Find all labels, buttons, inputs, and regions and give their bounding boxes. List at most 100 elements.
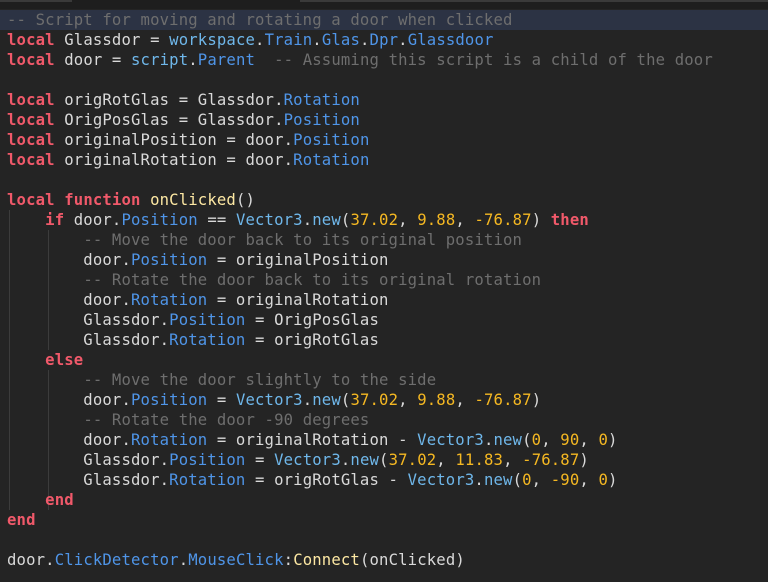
- text-token: ,: [436, 451, 456, 469]
- text-token: = origRotGlas -: [245, 471, 408, 489]
- comment-token: -- Move the door back to its original po…: [83, 231, 523, 249]
- property-token: Glassdoor: [407, 31, 494, 49]
- text-token: .: [302, 211, 313, 229]
- text-token: Glassdor =: [54, 31, 170, 49]
- text-token: door.: [7, 251, 131, 269]
- text-token: = originalRotation -: [207, 431, 418, 449]
- text-token: ,: [531, 471, 551, 489]
- code-line[interactable]: -- Rotate the door back to its original …: [7, 270, 541, 290]
- keyword-token: then: [550, 211, 589, 229]
- editor-tab-bar: [0, 0, 768, 9]
- number-token: -90: [550, 471, 580, 489]
- text-token: door =: [54, 51, 132, 69]
- property-token: Rotation: [283, 91, 360, 109]
- keyword-token: function: [64, 191, 141, 209]
- text-token: ,: [455, 391, 475, 409]
- code-line[interactable]: local function onClicked(): [7, 190, 255, 210]
- text-token: .: [359, 31, 370, 49]
- text-token: (: [512, 471, 523, 489]
- function-token: Connect: [293, 551, 360, 569]
- text-token: (onClicked): [359, 551, 465, 569]
- comment-token: -- Script for moving and rotating a door…: [7, 11, 513, 29]
- number-token: 0: [531, 431, 542, 449]
- property-token: Train: [264, 31, 313, 49]
- keyword-token: if: [45, 211, 65, 229]
- code-line[interactable]: else: [7, 350, 83, 370]
- keyword-token: local: [7, 191, 55, 209]
- text-token: .: [188, 51, 198, 69]
- code-line[interactable]: door.Position = Vector3.new(37.02, 9.88,…: [7, 390, 541, 410]
- text-token: =: [245, 451, 275, 469]
- property-token: Position: [169, 451, 246, 469]
- number-token: 9.88: [417, 211, 456, 229]
- code-line[interactable]: -- Move the door slightly to the side: [7, 370, 436, 390]
- text-token: .: [312, 31, 322, 49]
- property-token: Position: [121, 211, 198, 229]
- number-token: 37.02: [388, 451, 437, 469]
- property-token: Position: [131, 391, 208, 409]
- text-token: ,: [455, 211, 475, 229]
- global-token: new: [493, 431, 523, 449]
- text-token: ): [579, 451, 589, 469]
- keyword-token: local: [7, 51, 55, 69]
- code-line[interactable]: -- Script for moving and rotating a door…: [0, 10, 768, 30]
- text-token: ,: [503, 451, 523, 469]
- code-line[interactable]: door.ClickDetector.MouseClick:Connect(on…: [7, 550, 465, 570]
- code-line[interactable]: -- Move the door back to its original po…: [7, 230, 522, 250]
- property-token: Rotation: [169, 471, 246, 489]
- property-token: Parent: [197, 51, 256, 69]
- global-token: Vector3: [417, 431, 484, 449]
- property-token: Rotation: [131, 291, 208, 309]
- code-line[interactable]: local originalRotation = door.Rotation: [7, 150, 369, 170]
- global-token: Vector3: [235, 211, 303, 229]
- code-editor[interactable]: -- Script for moving and rotating a door…: [0, 10, 768, 582]
- text-token: (: [340, 391, 351, 409]
- text-token: .: [255, 31, 265, 49]
- number-token: 90: [560, 431, 580, 449]
- code-line[interactable]: Glassdor.Position = OrigPosGlas: [7, 310, 379, 330]
- code-line[interactable]: -- Rotate the door -90 degrees: [7, 410, 369, 430]
- text-token: =: [207, 391, 236, 409]
- code-line[interactable]: end: [7, 490, 74, 510]
- number-token: 11.83: [455, 451, 504, 469]
- code-line[interactable]: if door.Position == Vector3.new(37.02, 9…: [7, 210, 589, 230]
- code-line[interactable]: end: [7, 510, 36, 530]
- number-token: 37.02: [350, 211, 399, 229]
- number-token: -76.87: [474, 391, 532, 409]
- code-line[interactable]: local OrigPosGlas = Glassdor.Position: [7, 110, 360, 130]
- text-token: door.: [64, 211, 122, 229]
- property-token: Rotation: [293, 151, 370, 169]
- number-token: 0: [598, 471, 608, 489]
- keyword-token: local: [7, 131, 55, 149]
- text-token: ,: [579, 471, 599, 489]
- function-token: onClicked: [150, 191, 236, 209]
- global-token: new: [483, 471, 513, 489]
- text-token: .: [398, 31, 408, 49]
- property-token: Position: [293, 131, 370, 149]
- text-token: origRotGlas = Glassdor.: [54, 91, 284, 109]
- code-line[interactable]: Glassdor.Rotation = origRotGlas - Vector…: [7, 470, 618, 490]
- text-token: .: [474, 471, 484, 489]
- code-line[interactable]: local door = script.Parent -- Assuming t…: [7, 50, 713, 70]
- code-line[interactable]: local origRotGlas = Glassdor.Rotation: [7, 90, 360, 110]
- keyword-token: local: [7, 91, 55, 109]
- text-token: :: [283, 551, 294, 569]
- code-line[interactable]: door.Rotation = originalRotation: [7, 290, 389, 310]
- property-token: MouseClick: [188, 551, 284, 569]
- code-line[interactable]: door.Position = originalPosition: [7, 250, 389, 270]
- global-token: new: [312, 391, 341, 409]
- code-line[interactable]: Glassdor.Position = Vector3.new(37.02, 1…: [7, 450, 589, 470]
- code-line[interactable]: local Glassdor = workspace.Train.Glas.Dp…: [7, 30, 494, 50]
- code-line[interactable]: door.Rotation = originalRotation - Vecto…: [7, 430, 618, 450]
- code-line[interactable]: local originalPosition = door.Position: [7, 130, 369, 150]
- number-token: 9.88: [417, 391, 456, 409]
- text-token: door.: [7, 431, 131, 449]
- code-line[interactable]: Glassdor.Rotation = origRotGlas: [7, 330, 379, 350]
- text-token: .: [340, 451, 351, 469]
- text-token: ,: [398, 391, 418, 409]
